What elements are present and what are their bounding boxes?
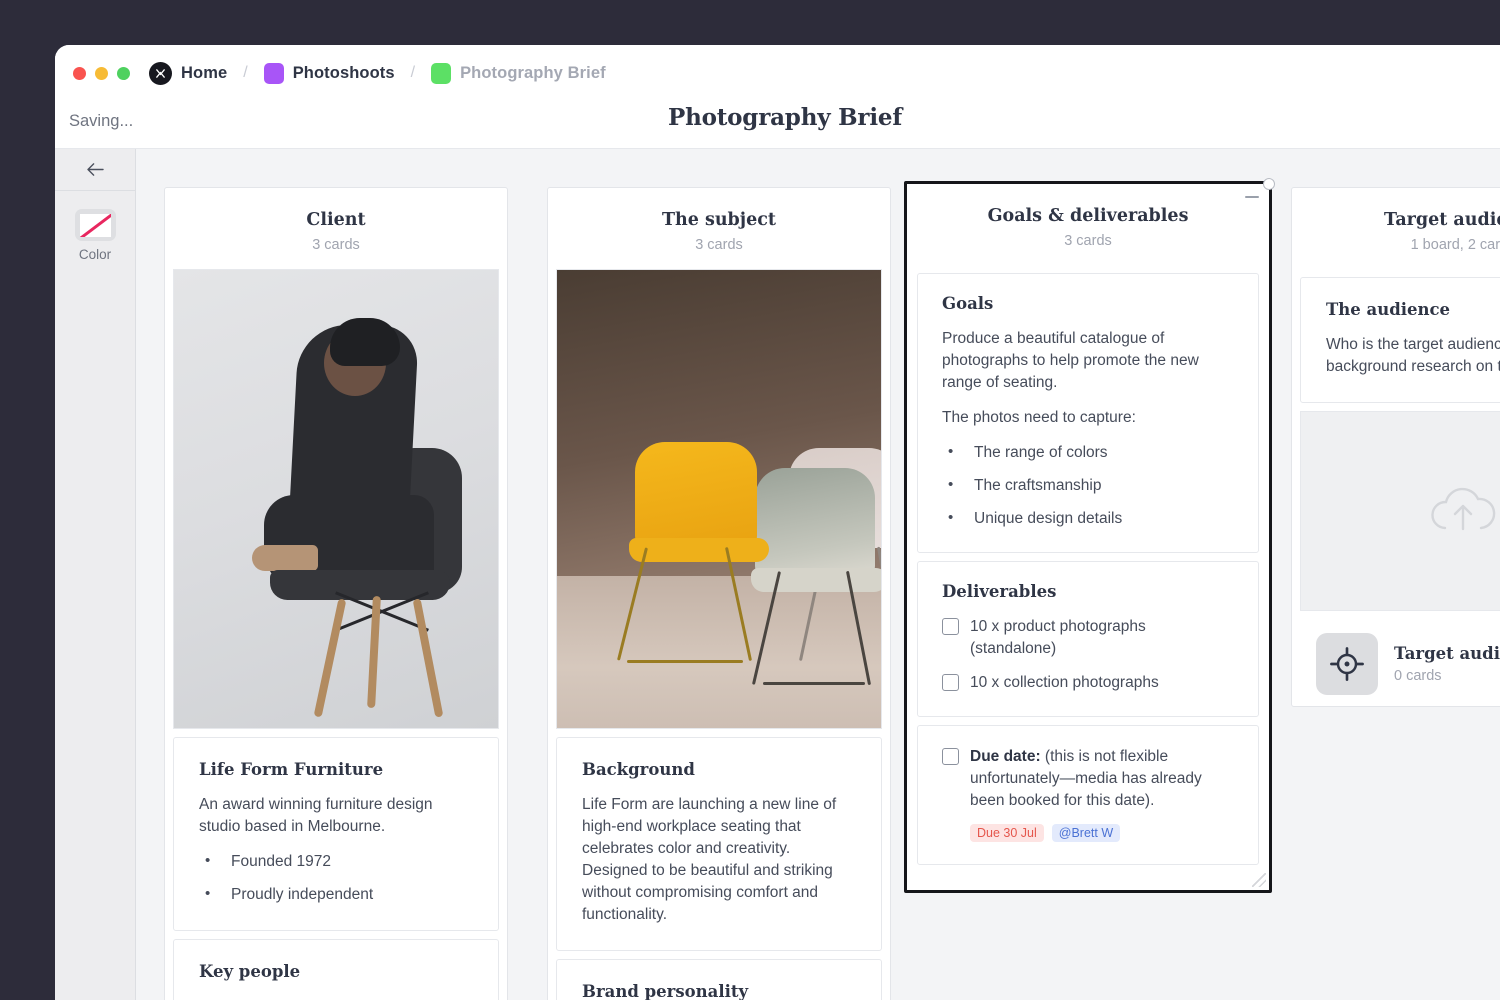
nested-board-target-audience[interactable]: Target audience 0 cards [1300,619,1500,709]
nested-board-title: Target audience [1394,644,1500,663]
app-logo-icon[interactable] [149,61,172,85]
nested-board-text: Target audience 0 cards [1394,644,1500,684]
zoom-window-button[interactable] [117,66,130,80]
card-life-form-furniture[interactable]: Life Form Furniture An award winning fur… [173,737,499,931]
left-sidebar: Color [55,149,136,1000]
card-heading: The audience [1326,300,1451,319]
card-paragraph: An award winning furniture design studio… [199,796,433,835]
card-the-audience[interactable]: The audience Who is the target audience?… [1300,277,1500,403]
status-badge-assignee[interactable]: @Brett W [1051,824,1121,842]
page-title: Photography Brief [667,104,903,131]
sidebar-tool-label: Color [78,247,112,262]
card-heading: Key people [199,962,301,981]
board-the-subject-header: The subject 3 cards [548,188,890,269]
board-goals-and-deliverables[interactable]: Goals & deliverables 3 cards Goals Produ… [904,178,1275,893]
list-item: Unique design details [942,507,1234,530]
board-client-title: Client [306,210,366,230]
card-brand-personality[interactable]: Brand personality [556,959,882,1000]
app-window: Home / Photoshoots / Photography Brief S… [55,45,1500,1000]
list-item: The range of colors [942,441,1234,464]
document-subheader: Saving... Photography Brief [55,101,1500,149]
board-goals-title: Goals & deliverables [987,206,1189,226]
board-goals-subtitle: 3 cards [1064,233,1112,249]
board-goals-header: Goals & deliverables 3 cards [907,184,1269,265]
checkbox-unchecked-icon[interactable] [942,748,959,765]
resize-handle-bottom-right[interactable] [1252,873,1266,887]
card-bullet-list: Founded 1972 Proudly independent [199,850,473,906]
window-body: Color Client 3 cards Life Form Furniture… [55,149,1500,1000]
board-the-subject-subtitle: 3 cards [695,237,743,253]
goals-paragraph-1: Produce a beautiful catalogue of photogr… [942,330,1199,391]
board-canvas[interactable]: Client 3 cards Life Form Furniture An aw… [136,149,1500,1000]
close-window-button[interactable] [73,66,86,80]
board-the-subject-title: The subject [662,210,776,230]
due-date-bold: Due date: [970,748,1041,765]
arrow-left-icon [86,163,104,176]
list-item: Proudly independent [199,883,473,906]
breadcrumb-chip-photography-brief[interactable] [431,62,452,84]
back-button[interactable] [55,149,135,191]
card-goals[interactable]: Goals Produce a beautiful catalogue of p… [917,273,1259,553]
photo-man-on-chair[interactable] [173,269,499,729]
board-the-subject[interactable]: The subject 3 cards Background Life Form… [547,187,891,1000]
card-paragraph: Life Form are launching a new line of hi… [582,796,837,923]
goals-paragraph-2: The photos need to capture: [942,409,1136,426]
board-target-audience-header: Target audience 1 board, 2 cards [1292,188,1500,269]
minimize-window-button[interactable] [95,66,108,80]
list-item: The craftsmanship [942,474,1234,497]
sidebar-tool-color[interactable]: Color [55,191,135,262]
breadcrumb-item-photoshoots[interactable]: Photoshoots [293,64,395,83]
checklist-item[interactable]: 10 x collection photographs [942,672,1234,694]
image-upload-placeholder[interactable] [1300,411,1500,611]
checklist-label: 10 x collection photographs [970,674,1159,691]
checklist-item[interactable]: 10 x product photographs (standalone) [942,616,1234,660]
resize-handle-top-right[interactable] [1263,178,1275,190]
card-deliverables[interactable]: Deliverables 10 x product photographs (s… [917,561,1259,717]
card-paragraph: Who is the target audience? Let's do bac… [1326,336,1500,375]
board-target-audience[interactable]: Target audience 1 board, 2 cards The aud… [1291,187,1500,707]
checkbox-unchecked-icon[interactable] [942,674,959,691]
breadcrumb: Home / Photoshoots / Photography Brief [149,61,606,85]
board-client[interactable]: Client 3 cards Life Form Furniture An aw… [164,187,508,1000]
checkbox-unchecked-icon[interactable] [942,618,959,635]
status-badge-due[interactable]: Due 30 Jul [970,824,1044,842]
card-background[interactable]: Background Life Form are launching a new… [556,737,882,951]
minimize-board-button[interactable] [1245,196,1259,198]
photo-three-chairs[interactable] [556,269,882,729]
checklist-label: 10 x product photographs (standalone) [970,618,1146,657]
target-crosshair-icon [1316,633,1378,695]
breadcrumb-separator-1: / [243,64,248,81]
card-key-people[interactable]: Key people [173,939,499,1000]
card-due-date[interactable]: Due date: (this is not flexible unfortun… [917,725,1259,865]
checklist-item-due[interactable]: Due date: (this is not flexible unfortun… [942,746,1234,812]
board-target-audience-subtitle: 1 board, 2 cards [1410,237,1500,253]
card-heading: Goals [942,294,994,313]
due-date-badges: Due 30 Jul @Brett W [970,824,1234,842]
list-item: Founded 1972 [199,850,473,873]
card-heading: Brand personality [582,982,749,1000]
due-date-text: Due date: (this is not flexible unfortun… [970,746,1234,812]
cloud-upload-icon [1431,487,1496,531]
traffic-lights[interactable] [73,66,130,80]
card-heading: Background [582,760,695,779]
window-titlebar: Home / Photoshoots / Photography Brief [55,45,1500,101]
breadcrumb-separator-2: / [410,64,416,81]
board-target-audience-title: Target audience [1383,210,1500,230]
breadcrumb-item-photography-brief[interactable]: Photography Brief [460,64,606,83]
nested-board-subtitle: 0 cards [1394,668,1442,684]
board-client-header: Client 3 cards [165,188,507,269]
breadcrumb-chip-photoshoots[interactable] [263,62,284,84]
color-swatch-icon[interactable] [74,209,116,241]
goals-bullet-list: The range of colors The craftsmanship Un… [942,441,1234,530]
board-client-subtitle: 3 cards [312,237,360,253]
desktop-background: Home / Photoshoots / Photography Brief S… [0,0,1500,1000]
breadcrumb-item-home[interactable]: Home [181,64,227,83]
card-heading: Deliverables [942,582,1057,601]
card-heading: Life Form Furniture [199,760,384,779]
